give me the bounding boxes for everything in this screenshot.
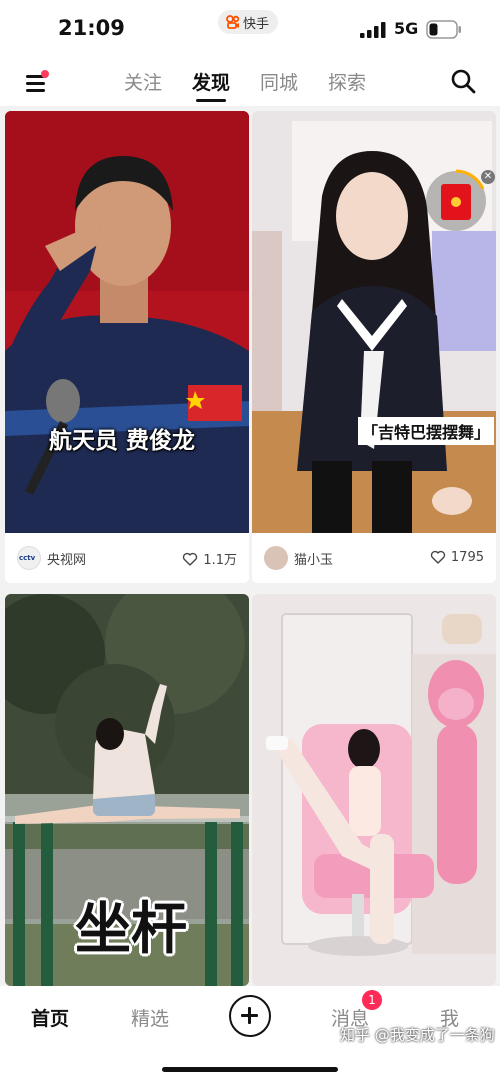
message-badge: 1 [362, 990, 382, 1010]
like-count-value: 1795 [450, 549, 484, 565]
video-thumbnail[interactable] [252, 594, 496, 986]
status-time: 21:09 [58, 16, 125, 40]
nav-home[interactable]: 首页 [31, 1004, 69, 1031]
video-card[interactable]: ✕ 「吉特巴摆摆舞」 猫小玉 1795 [252, 111, 496, 583]
video-caption: 「吉特巴摆摆舞」 [358, 417, 495, 445]
bottom-nav: 首页 精选 消息 1 我 知乎 @我变成了一条狗 [0, 986, 500, 1082]
tab-nearby[interactable]: 同城 [260, 68, 298, 98]
watermark: 知乎 @我变成了一条狗 [340, 1026, 495, 1044]
network-type: 5G [394, 19, 419, 38]
card-meta: 猫小玉 1795 [252, 533, 496, 583]
search-icon[interactable] [450, 68, 476, 94]
add-button[interactable] [229, 995, 271, 1037]
feed-tabs: 关注 发现 同城 探索 [124, 68, 396, 102]
like-count-value: 1.1万 [203, 553, 237, 568]
astronaut-thumbnail-image [5, 111, 249, 533]
author-name[interactable]: 猫小玉 [294, 549, 333, 568]
avatar-label: cctv [19, 554, 36, 562]
heart-icon [183, 552, 198, 566]
video-feed: 航天员 费俊龙 cctv 央视网 1.1万 ✕ 「吉特巴摆摆舞」 猫小玉 179… [0, 106, 500, 986]
dance-thumbnail-image [252, 111, 496, 533]
signal-icon [360, 22, 386, 38]
like-count[interactable]: 1795 [430, 549, 484, 565]
tab-discover[interactable]: 发现 [192, 68, 230, 102]
avatar[interactable] [264, 546, 288, 570]
video-thumbnail[interactable]: 坐杆 [5, 594, 249, 986]
video-card[interactable]: 坐杆 [5, 594, 249, 986]
status-bar: 21:09 快手 5G [0, 0, 500, 58]
close-icon[interactable]: ✕ [481, 170, 495, 184]
video-thumbnail[interactable]: 航天员 费俊龙 [5, 111, 249, 533]
tab-explore[interactable]: 探索 [328, 68, 366, 98]
video-thumbnail[interactable]: ✕ 「吉特巴摆摆舞」 [252, 111, 496, 533]
notification-dot [41, 70, 49, 78]
video-caption: 坐杆 [75, 897, 187, 962]
menu-button[interactable] [24, 70, 52, 96]
home-indicator [162, 1067, 338, 1072]
app-name: 快手 [243, 16, 270, 32]
pink-room-thumbnail-image [252, 594, 496, 986]
video-card[interactable] [252, 594, 496, 986]
video-caption: 航天员 费俊龙 [49, 428, 196, 454]
author-name[interactable]: 央视网 [47, 549, 86, 568]
avatar[interactable]: cctv [17, 546, 41, 570]
battery-icon [426, 20, 461, 39]
like-count[interactable]: 1.1万 [182, 549, 237, 568]
top-nav: 关注 发现 同城 探索 [0, 58, 500, 106]
kuaishou-logo-icon [226, 15, 240, 29]
video-card[interactable]: 航天员 费俊龙 cctv 央视网 1.1万 [5, 111, 249, 583]
heart-icon [430, 550, 446, 564]
tab-following[interactable]: 关注 [124, 68, 162, 98]
nav-featured[interactable]: 精选 [131, 1004, 169, 1031]
card-meta: cctv 央视网 1.1万 [5, 533, 249, 583]
app-indicator: 快手 [218, 10, 279, 34]
